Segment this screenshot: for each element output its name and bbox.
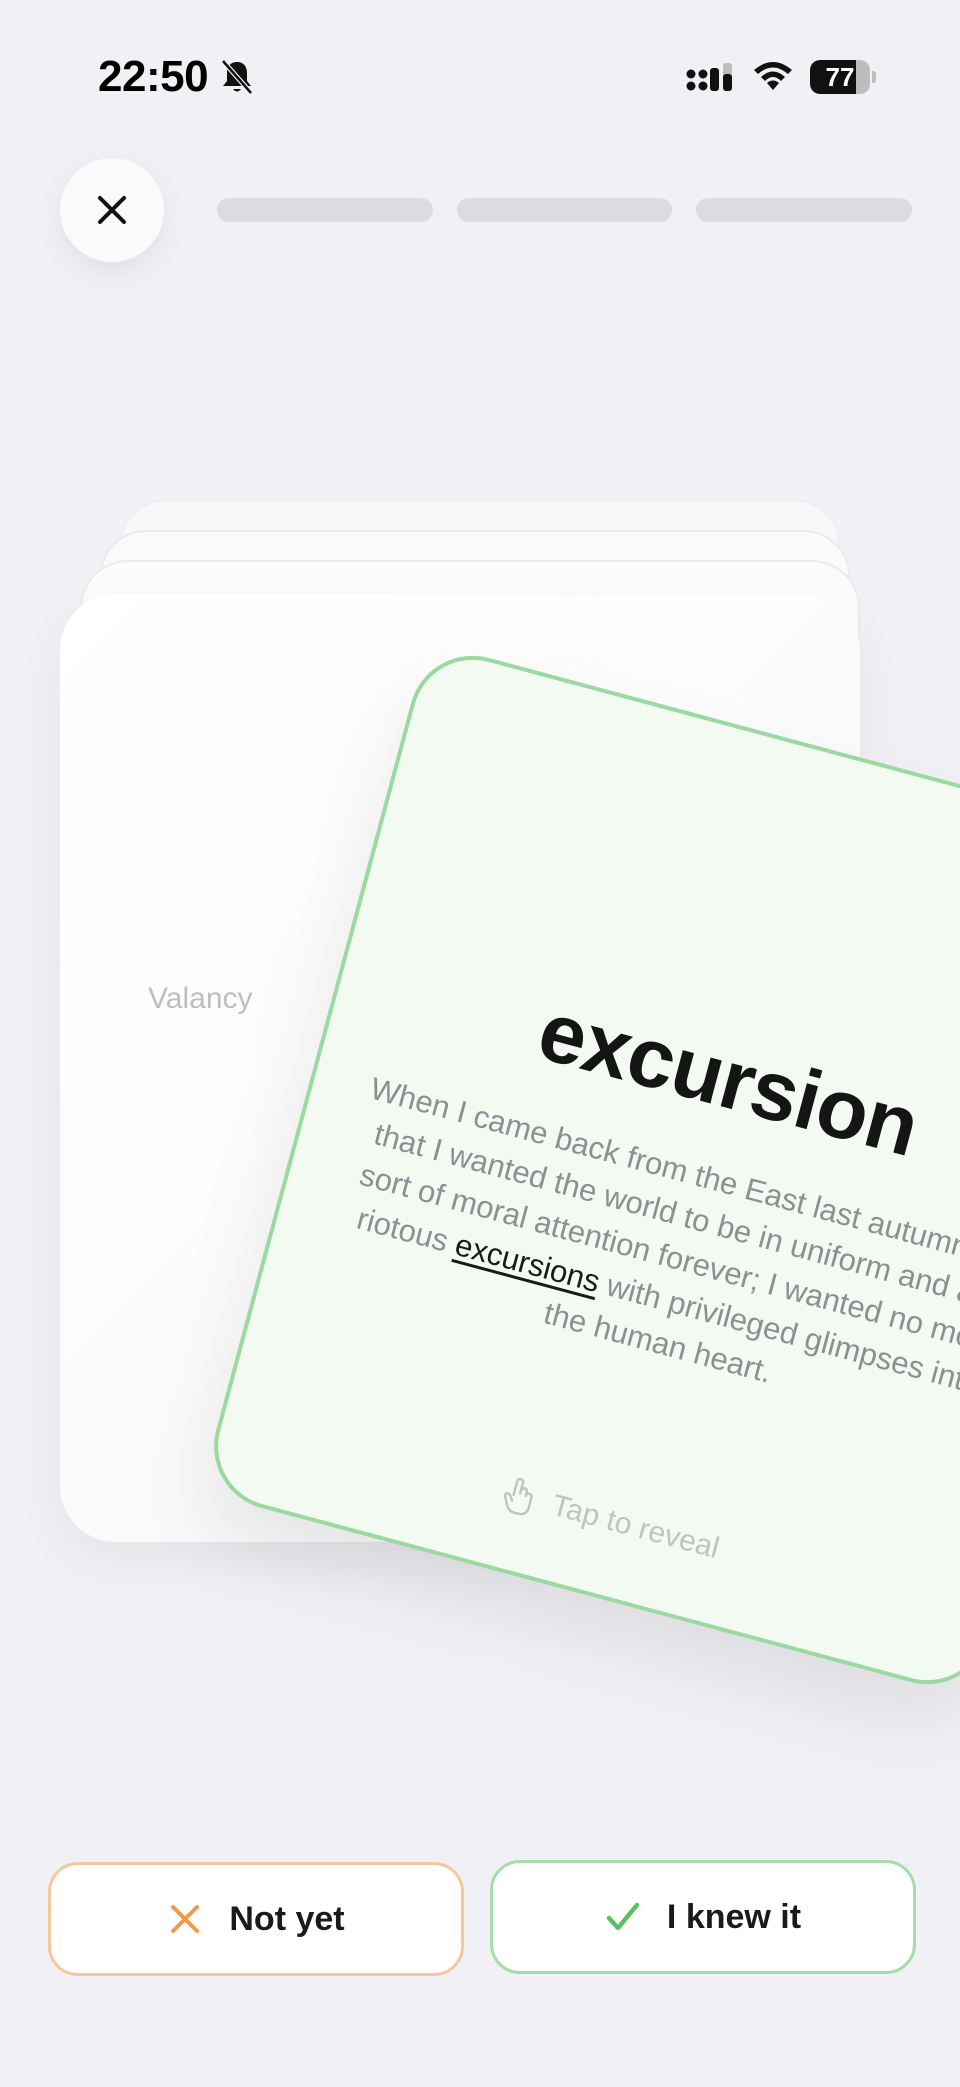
- not-yet-label: Not yet: [229, 1899, 345, 1938]
- hand-tap-icon: [503, 1477, 533, 1516]
- close-icon: [98, 196, 126, 224]
- progress-segment: [696, 198, 913, 222]
- status-bar: 22:50 77: [0, 0, 960, 150]
- battery-icon: 77: [810, 60, 876, 94]
- x-icon: [171, 1905, 200, 1933]
- reveal-label: Tap to reveal: [548, 1488, 723, 1566]
- tap-to-reveal-hint[interactable]: Tap to reveal: [219, 1398, 960, 1644]
- progress-bar: [217, 198, 913, 222]
- next-card-word: Valancy: [148, 982, 253, 1015]
- flashcard-screen: 22:50 77 Valancy excursion When I came b…: [0, 0, 960, 2087]
- battery-level: 77: [825, 62, 855, 92]
- close-button[interactable]: [60, 158, 164, 262]
- wifi-icon: [754, 62, 792, 90]
- i-knew-it-button[interactable]: I knew it: [490, 1860, 916, 1974]
- signal-icon: [686, 63, 732, 91]
- not-yet-button[interactable]: Not yet: [48, 1862, 464, 1976]
- progress-segment: [217, 198, 433, 222]
- progress-segment: [456, 198, 673, 222]
- check-icon: [606, 1902, 640, 1931]
- status-time: 22:50: [98, 52, 209, 101]
- bell-muted-icon: [221, 59, 253, 95]
- i-knew-it-label: I knew it: [666, 1897, 802, 1936]
